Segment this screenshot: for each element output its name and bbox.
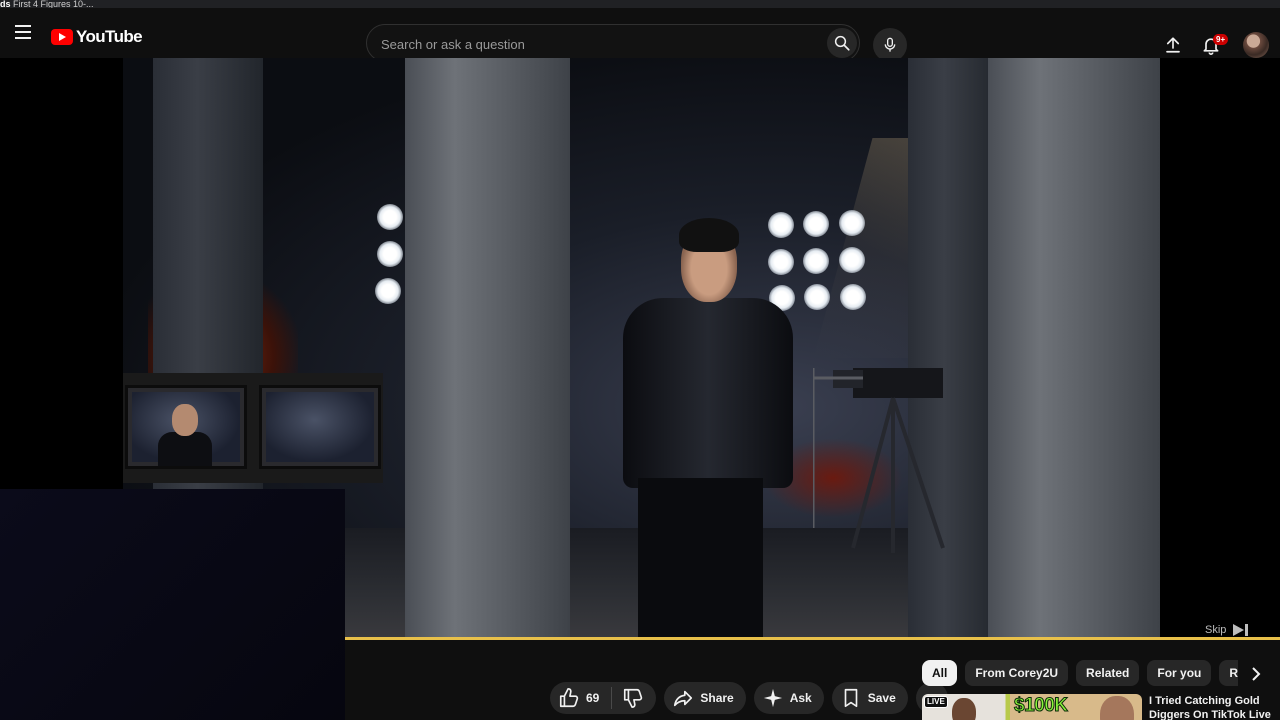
ask-button[interactable]: Ask (753, 682, 824, 714)
thumbnail-person (1100, 696, 1134, 720)
share-button[interactable]: Share (664, 682, 746, 714)
pillar-right (988, 58, 1160, 640)
avatar[interactable] (1243, 32, 1269, 58)
search-box (366, 24, 860, 62)
studio-light (803, 211, 829, 237)
thumbnail-text: $100K (1014, 695, 1069, 717)
monitor-right (259, 385, 381, 469)
tab-title[interactable]: First 4 Figures 10-... (13, 0, 94, 8)
chip-from-channel[interactable]: From Corey2U (965, 660, 1069, 686)
studio-light (839, 247, 865, 273)
presenter-hair (679, 218, 739, 252)
voice-search-button[interactable] (873, 28, 907, 62)
menu-icon[interactable] (12, 21, 34, 43)
notification-badge: 9+ (1213, 34, 1229, 45)
studio-light (768, 212, 794, 238)
monitor-left (125, 385, 247, 469)
save-button[interactable]: Save (831, 682, 908, 714)
sparkle-icon (763, 688, 782, 708)
logo-text: YouTube (76, 27, 143, 46)
studio-light (839, 210, 865, 236)
save-label: Save (867, 691, 896, 705)
share-label: Share (700, 691, 734, 705)
skip-next-icon (1233, 624, 1249, 636)
studio-light (768, 249, 794, 275)
camera-rig (813, 368, 945, 553)
pillar-center (405, 58, 570, 640)
like-dislike-group: 69 (550, 682, 657, 714)
share-icon (674, 690, 693, 707)
chevron-right-icon (1252, 667, 1261, 681)
search-input[interactable] (379, 33, 813, 55)
video-actions: 69 Share Ask Save (550, 682, 948, 714)
studio-light (804, 284, 830, 310)
youtube-logo[interactable]: YouTube (51, 27, 143, 47)
studio-light (377, 241, 403, 267)
ad-progress-bar[interactable] (345, 637, 1280, 640)
chip-for-you[interactable]: For you (1147, 660, 1212, 686)
studio-light (840, 284, 866, 310)
search-button[interactable] (827, 28, 857, 58)
recommended-video-title[interactable]: I Tried Catching Gold Diggers On TikTok … (1149, 694, 1277, 720)
video-monitors (123, 373, 383, 483)
chips-next-button[interactable] (1244, 662, 1268, 686)
browser-tab-strip: ds First 4 Figures 10-... (0, 0, 1280, 8)
live-badge: LIVE (924, 696, 948, 708)
mic-icon (884, 37, 896, 52)
presenter-legs (638, 478, 763, 640)
skip-label: Skip (1205, 624, 1227, 636)
chip-related[interactable]: Related (1076, 660, 1140, 686)
ask-label: Ask (789, 691, 812, 705)
like-button[interactable]: 69 (550, 687, 613, 709)
dark-overlay-panel (0, 489, 345, 720)
youtube-play-icon (51, 29, 73, 45)
thumbs-up-icon (559, 688, 579, 708)
upload-button[interactable] (1161, 33, 1185, 57)
dislike-button[interactable] (612, 682, 656, 714)
thumbnail-face (952, 698, 976, 720)
chip-recently-uploaded[interactable]: Recently uploaded (1219, 660, 1238, 686)
recommendation-filter-chips: All From Corey2U Related For you Recentl… (922, 660, 1238, 686)
recommended-video-thumbnail[interactable]: $100K LIVE (922, 694, 1142, 720)
thumbs-down-icon (624, 688, 643, 708)
studio-light (377, 204, 403, 230)
search-icon (834, 35, 850, 51)
bookmark-icon (844, 688, 858, 708)
tab-favicon-text: ds (0, 0, 11, 8)
upload-icon (1166, 37, 1180, 53)
presenter-body (623, 298, 793, 488)
studio-light (803, 248, 829, 274)
studio-light (375, 278, 401, 304)
masthead: YouTube 9+ (0, 8, 1280, 62)
like-count: 69 (586, 691, 600, 705)
chip-all[interactable]: All (922, 660, 958, 686)
